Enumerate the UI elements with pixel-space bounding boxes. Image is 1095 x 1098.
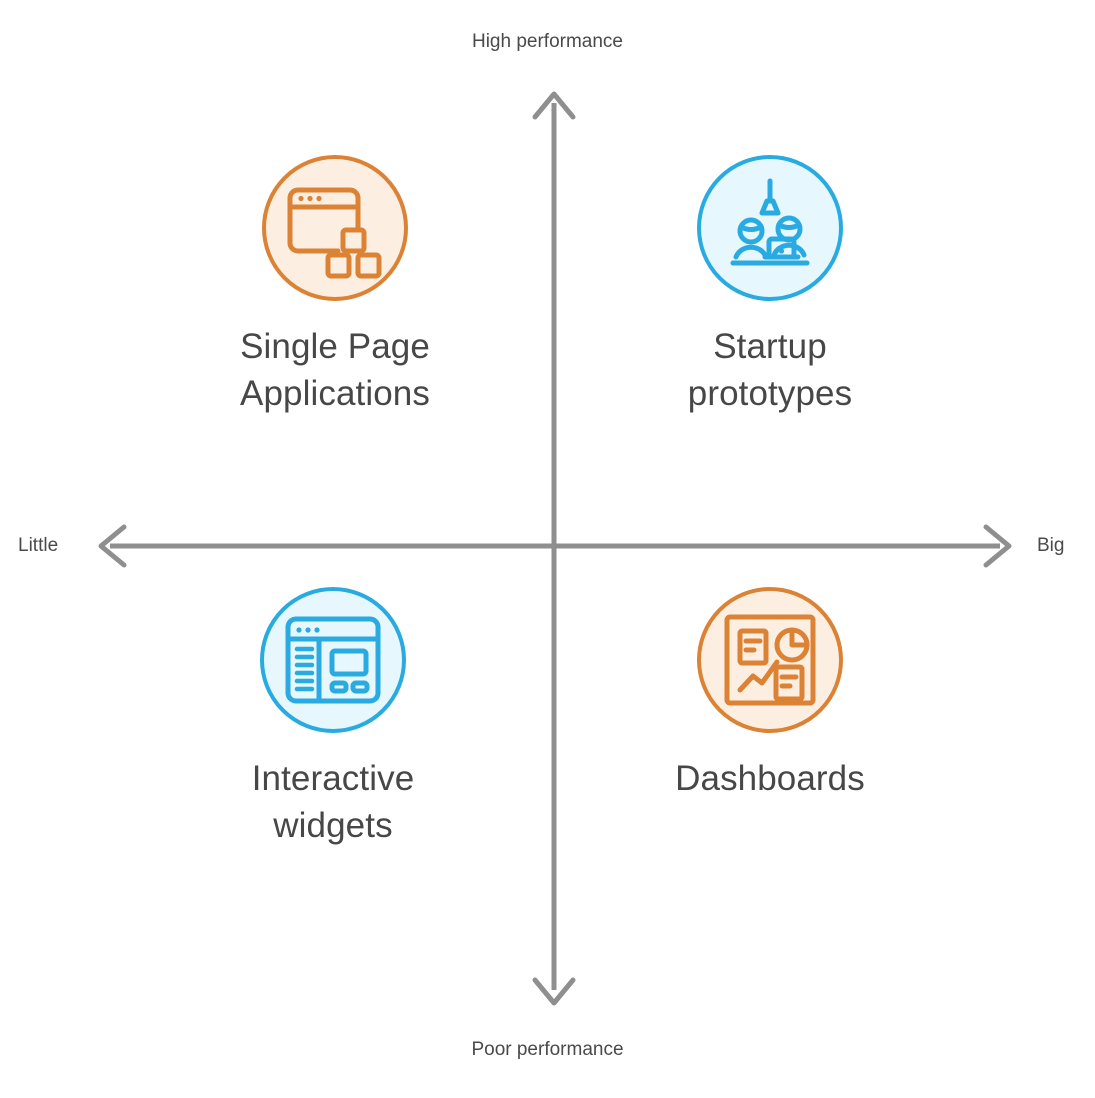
axis-label-bottom: Poor performance: [471, 1039, 624, 1060]
dashboards-icon-circle: [697, 587, 843, 733]
quadrant-diagram: High performance Poor performance Little…: [0, 0, 1095, 1098]
quadrant-bottom-left: Interactive widgets: [163, 587, 503, 849]
interactive-widgets-icon-circle: [260, 587, 406, 733]
quadrant-label-line1: Single Page: [240, 327, 430, 366]
axis-label-left: Little: [18, 535, 59, 556]
quadrant-top-right: Startup prototypes: [600, 155, 940, 417]
quadrant-label-line1: Startup: [713, 327, 827, 366]
quadrant-label-line2: Applications: [240, 374, 430, 413]
quadrant-label-line2: widgets: [273, 806, 393, 845]
quadrant-top-left: Single Page Applications: [165, 155, 505, 417]
quadrant-label-top-right: Startup prototypes: [688, 323, 852, 417]
quadrant-bottom-right: Dashboards: [600, 587, 940, 802]
quadrant-label-line2: prototypes: [687, 374, 853, 413]
quadrant-label-line1: Dashboards: [675, 759, 865, 798]
quadrant-label-bottom-right: Dashboards: [675, 755, 865, 802]
browser-layout-with-sidebar-icon: [285, 616, 381, 704]
single-page-applications-icon-circle: [262, 155, 408, 301]
dashboard-charts-panel-icon: [724, 614, 816, 706]
axis-label-top: High performance: [471, 31, 624, 52]
startup-prototypes-icon-circle: [697, 155, 843, 301]
quadrant-label-line1: Interactive: [251, 759, 415, 798]
team-at-desk-with-lamp-icon: [730, 178, 810, 266]
quadrant-label-top-left: Single Page Applications: [240, 323, 430, 417]
browser-window-with-components-icon: [287, 187, 382, 279]
quadrant-label-bottom-left: Interactive widgets: [252, 755, 415, 849]
axis-label-right: Big: [1037, 535, 1065, 556]
